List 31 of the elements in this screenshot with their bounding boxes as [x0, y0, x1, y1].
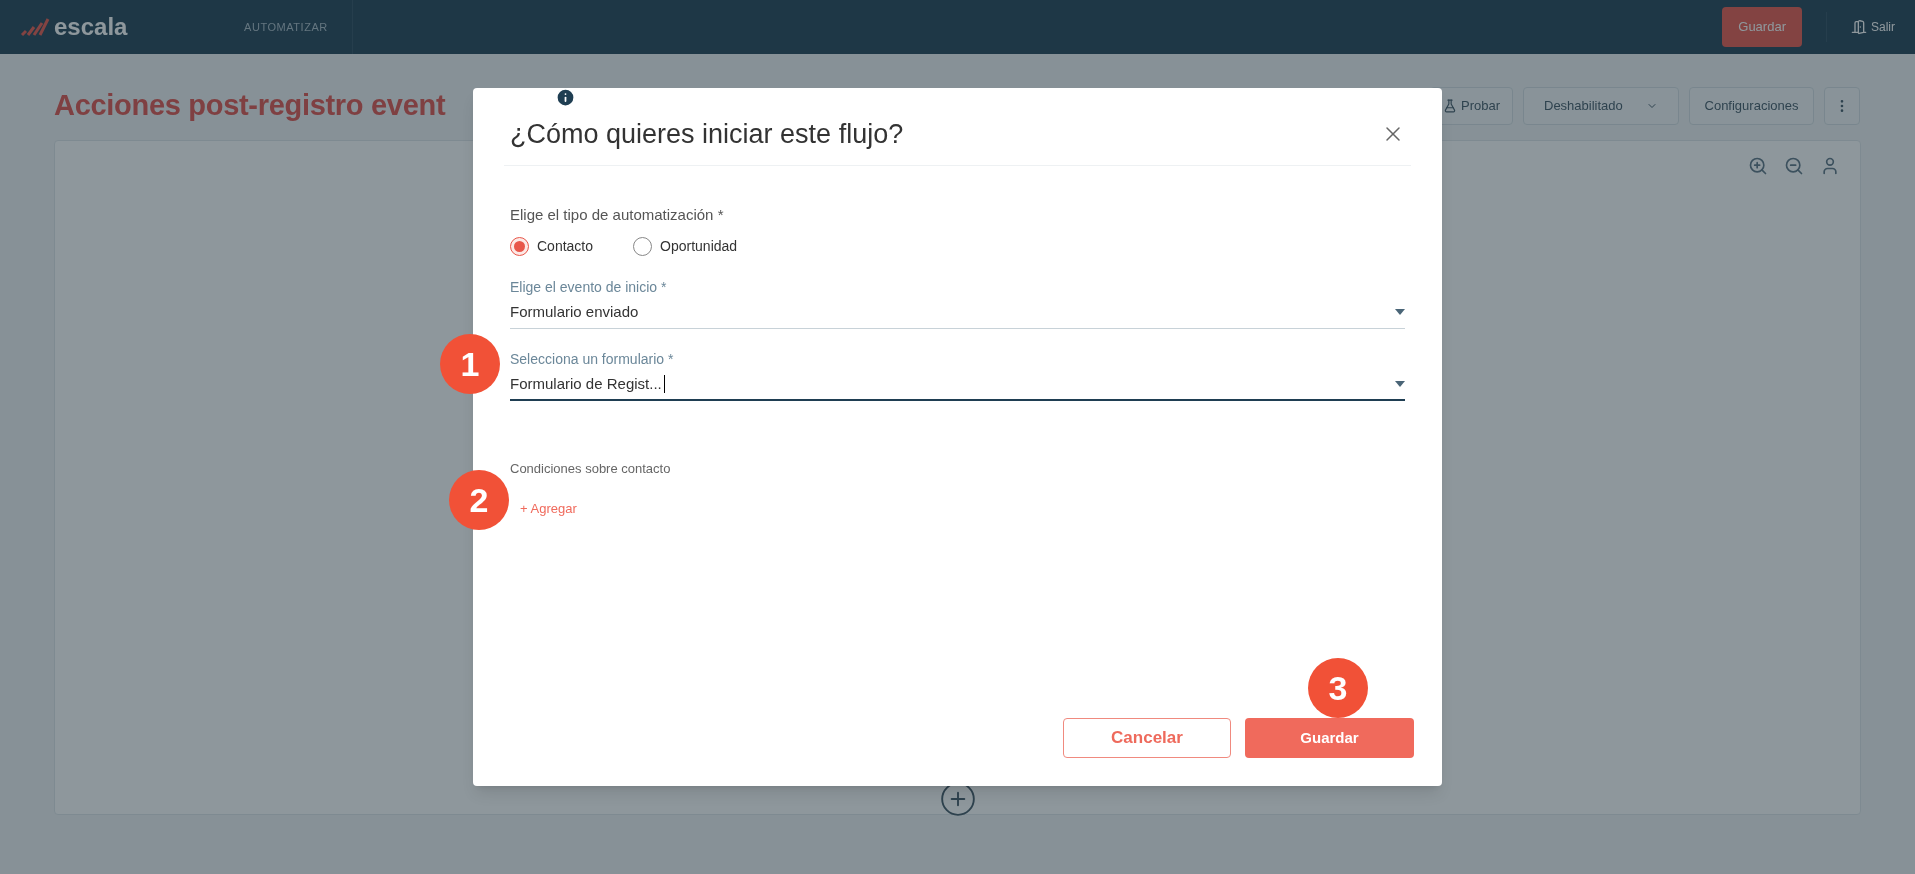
save-button[interactable]: Guardar [1245, 718, 1414, 758]
flask-icon [1442, 98, 1457, 113]
field-value: Formulario enviado [510, 302, 639, 322]
field-value: Formulario de Regist... [510, 372, 665, 395]
info-icon[interactable] [555, 87, 576, 108]
select-field[interactable]: Elige el evento de inicio * Formulario enviado [510, 277, 1405, 329]
select-field[interactable]: Selecciona un formulario * Formulario de Regist... [510, 348, 1405, 401]
user-icon[interactable] [1820, 155, 1840, 176]
dialog-title: ¿Cómo quieres iniciar este flujo? [510, 118, 904, 151]
nav-tab[interactable]: AUTOMATIZAR [220, 0, 353, 54]
bars-logo-icon [20, 17, 50, 37]
radio-option[interactable]: Oportunidad [633, 236, 738, 257]
section-label: Condiciones sobre contacto [510, 460, 672, 478]
add-link[interactable]: + Agregar [520, 498, 577, 518]
caret-icon [1395, 380, 1405, 387]
field-label: Elige el tipo de automatización * [510, 204, 725, 225]
status-dropdown[interactable]: Deshabilitado [1523, 86, 1679, 125]
radio-button[interactable] [510, 237, 529, 256]
zoom-in-icon[interactable] [1748, 155, 1768, 176]
zoom-out-icon[interactable] [1784, 155, 1804, 176]
door-icon [1851, 19, 1867, 35]
field-label: Selecciona un formulario * [510, 349, 675, 369]
logo-text: escala [54, 12, 128, 42]
page-title: Acciones post-registro event [54, 88, 446, 123]
exit-link[interactable]: Salir [1851, 18, 1895, 36]
settings-button[interactable]: Configuraciones [1689, 86, 1814, 125]
field-label: Elige el evento de inicio * [510, 278, 668, 297]
caret-icon [1395, 309, 1405, 316]
radio-option[interactable]: Contacto [510, 236, 594, 257]
cancel-button[interactable]: Cancelar [1063, 718, 1231, 758]
save-button[interactable]: Guardar [1722, 7, 1802, 47]
